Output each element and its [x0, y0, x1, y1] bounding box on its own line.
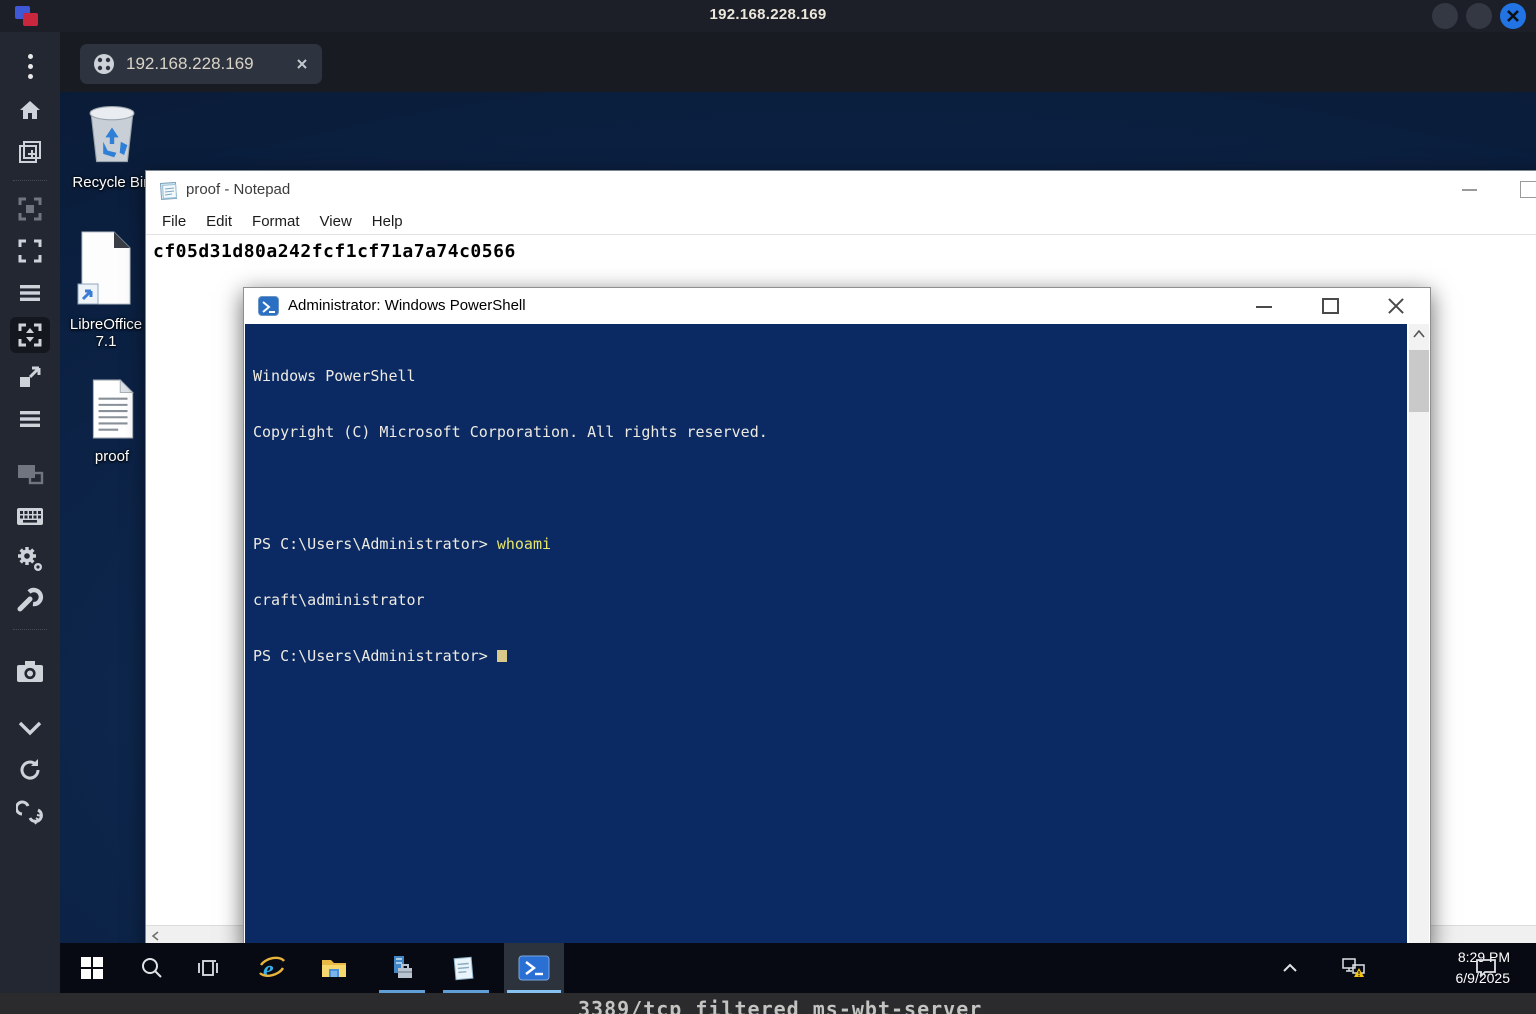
file-explorer-button[interactable]	[312, 943, 356, 993]
close-icon	[1506, 9, 1520, 23]
task-view-button[interactable]	[186, 943, 230, 993]
desktop-icon-label: proof	[86, 448, 138, 465]
internet-explorer-button[interactable]: e	[250, 943, 294, 993]
console-command-line: PS C:\Users\Administrator> whoami	[253, 534, 1407, 554]
scroll-left-arrow-icon	[151, 931, 161, 941]
server-manager-button[interactable]	[378, 943, 422, 993]
folder-icon	[320, 956, 348, 980]
scrollbar-thumb[interactable]	[1409, 350, 1429, 412]
task-view-icon	[196, 956, 220, 980]
console-current-prompt: PS C:\Users\Administrator>	[253, 646, 1407, 666]
powershell-maximize-button[interactable]	[1322, 298, 1339, 314]
refresh-button[interactable]	[10, 752, 50, 788]
libreoffice-icon	[75, 228, 137, 308]
console-prompt: PS C:\Users\Administrator>	[253, 535, 497, 553]
console-cursor	[497, 650, 507, 662]
menu-help[interactable]: Help	[362, 213, 413, 230]
show-hidden-icons-button[interactable]	[1272, 943, 1308, 993]
internet-explorer-icon: e	[257, 953, 287, 983]
svg-text:e: e	[263, 957, 274, 983]
taskbar-notepad-button[interactable]	[442, 943, 486, 993]
action-center-icon	[1475, 958, 1497, 978]
console-output-line: craft\administrator	[253, 590, 1407, 610]
powershell-titlebar[interactable]: Administrator: Windows PowerShell	[244, 288, 1430, 324]
menu-view[interactable]: View	[310, 213, 362, 230]
action-center-button[interactable]	[1464, 943, 1508, 993]
menu-format[interactable]: Format	[242, 213, 310, 230]
console-banner-line: Windows PowerShell	[253, 366, 1407, 386]
toolbar-divider	[13, 629, 47, 630]
network-warning-icon	[1341, 956, 1367, 980]
taskbar-powershell-button[interactable]	[504, 943, 564, 993]
taskbar-search-button[interactable]	[130, 943, 174, 993]
fullscreen-expand-button[interactable]	[10, 359, 50, 395]
app-titlebar[interactable]: 192.168.228.169	[0, 0, 1536, 32]
notepad-titlebar[interactable]: proof - Notepad	[146, 171, 1536, 209]
console-prompt: PS C:\Users\Administrator>	[253, 647, 497, 665]
network-status-button[interactable]	[1332, 943, 1376, 993]
screenshot-button[interactable]	[10, 654, 50, 690]
host-minimize-button[interactable]	[1432, 3, 1458, 29]
console-copyright-line: Copyright (C) Microsoft Corporation. All…	[253, 422, 1407, 442]
menu-edit[interactable]: Edit	[196, 213, 242, 230]
collapse-toolbar-button[interactable]	[10, 710, 50, 746]
host-terminal-text: 3389/tcp filtered ms-wbt-server	[578, 997, 982, 1014]
powershell-icon	[258, 296, 279, 316]
fit-window-button[interactable]	[10, 233, 50, 269]
remmina-toolbar	[0, 32, 60, 993]
windows-logo-icon	[81, 957, 103, 979]
recycle-bin-icon	[81, 100, 143, 166]
host-maximize-button[interactable]	[1466, 3, 1492, 29]
windows-taskbar: e	[60, 943, 1536, 993]
disconnect-button[interactable]	[10, 794, 50, 830]
host-window-title: 192.168.228.169	[0, 6, 1536, 23]
multi-monitor-button[interactable]	[10, 457, 50, 493]
menu-lines-button-2[interactable]	[10, 401, 50, 437]
preferences-button[interactable]	[10, 541, 50, 577]
powershell-console[interactable]: Windows PowerShell Copyright (C) Microso…	[245, 324, 1407, 949]
menu-file[interactable]: File	[152, 213, 196, 230]
connection-tab[interactable]: 192.168.228.169	[80, 44, 322, 84]
notepad-text-content[interactable]: cf05d31d80a242fcf1cf71a7a74c0566	[146, 235, 1536, 262]
tools-button[interactable]	[10, 583, 50, 619]
desktop-icon-proof[interactable]: proof	[86, 378, 138, 465]
desktop-icon-recycle-bin[interactable]: Recycle Bin	[76, 100, 148, 191]
notepad-window-title: proof - Notepad	[186, 181, 290, 198]
tab-label: 192.168.228.169	[126, 54, 284, 74]
dynamic-resolution-button[interactable]	[10, 191, 50, 227]
menu-lines-button[interactable]	[10, 275, 50, 311]
notepad-minimize-button[interactable]	[1462, 189, 1477, 191]
server-manager-icon	[386, 954, 414, 982]
powershell-close-button[interactable]	[1387, 297, 1405, 315]
search-icon	[140, 956, 164, 980]
start-button[interactable]	[68, 943, 116, 993]
host-close-button[interactable]	[1500, 3, 1526, 29]
home-button[interactable]	[10, 92, 50, 128]
desktop-icon-libreoffice[interactable]: LibreOffice 7.1	[74, 228, 138, 350]
notepad-maximize-button[interactable]	[1520, 181, 1536, 198]
keyboard-button[interactable]	[10, 499, 50, 535]
kebab-menu-icon[interactable]	[12, 48, 48, 84]
chevron-up-icon	[1282, 963, 1298, 973]
powershell-taskbar-icon	[518, 954, 550, 982]
powershell-window-title: Administrator: Windows PowerShell	[288, 297, 526, 314]
notepad-icon	[158, 179, 180, 201]
connection-chip-icon	[92, 52, 116, 76]
notepad-taskbar-icon	[451, 954, 477, 982]
console-command: whoami	[497, 535, 551, 553]
console-blank-line	[253, 478, 1407, 498]
new-connection-button[interactable]	[10, 134, 50, 170]
powershell-minimize-button[interactable]	[1256, 306, 1272, 308]
text-document-icon	[87, 378, 137, 440]
scroll-up-arrow-icon	[1413, 330, 1425, 338]
powershell-window: Administrator: Windows PowerShell Window…	[243, 287, 1431, 950]
toolbar-divider	[13, 180, 47, 181]
tab-close-icon[interactable]	[294, 56, 310, 72]
notepad-menubar: File Edit Format View Help	[146, 209, 1536, 235]
connection-tabbar: 192.168.228.169	[60, 32, 1536, 92]
powershell-vertical-scrollbar[interactable]	[1409, 324, 1429, 949]
host-background-strip: 3389/tcp filtered ms-wbt-server	[0, 993, 1536, 1014]
scaled-mode-button[interactable]	[10, 317, 50, 353]
